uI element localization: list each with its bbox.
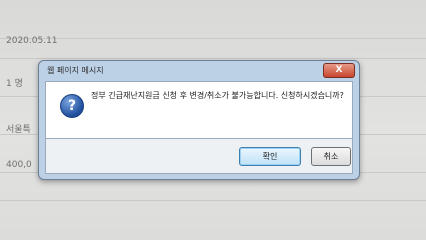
background-row-date: 2020.05.11 (6, 36, 58, 46)
background-row-amount: 400,0 (6, 160, 32, 170)
background-divider (0, 200, 426, 201)
dialog-title: 웹 페이지 메시지 (47, 66, 104, 75)
message-dialog: 웹 페이지 메시지 X ? 정부 긴급재난지원금 신청 후 변경/취소가 불가능… (38, 60, 360, 180)
dialog-content: ? 정부 긴급재난지원금 신청 후 변경/취소가 불가능합니다. 신청하시겠습니… (45, 81, 353, 139)
cancel-button[interactable]: 취소 (311, 147, 351, 166)
close-icon: X (335, 65, 343, 75)
background-row: 2020.05.11 (0, 20, 426, 59)
dialog-titlebar[interactable]: 웹 페이지 메시지 X (39, 61, 359, 79)
dialog-message: 정부 긴급재난지원금 신청 후 변경/취소가 불가능합니다. 신청하시겠습니까? (91, 91, 344, 100)
ok-button[interactable]: 확인 (239, 147, 301, 166)
question-icon: ? (60, 94, 84, 118)
background-row-count: 1 명 (6, 79, 23, 89)
close-button[interactable]: X (323, 63, 355, 78)
dialog-button-bar: 확인 취소 (45, 139, 353, 174)
